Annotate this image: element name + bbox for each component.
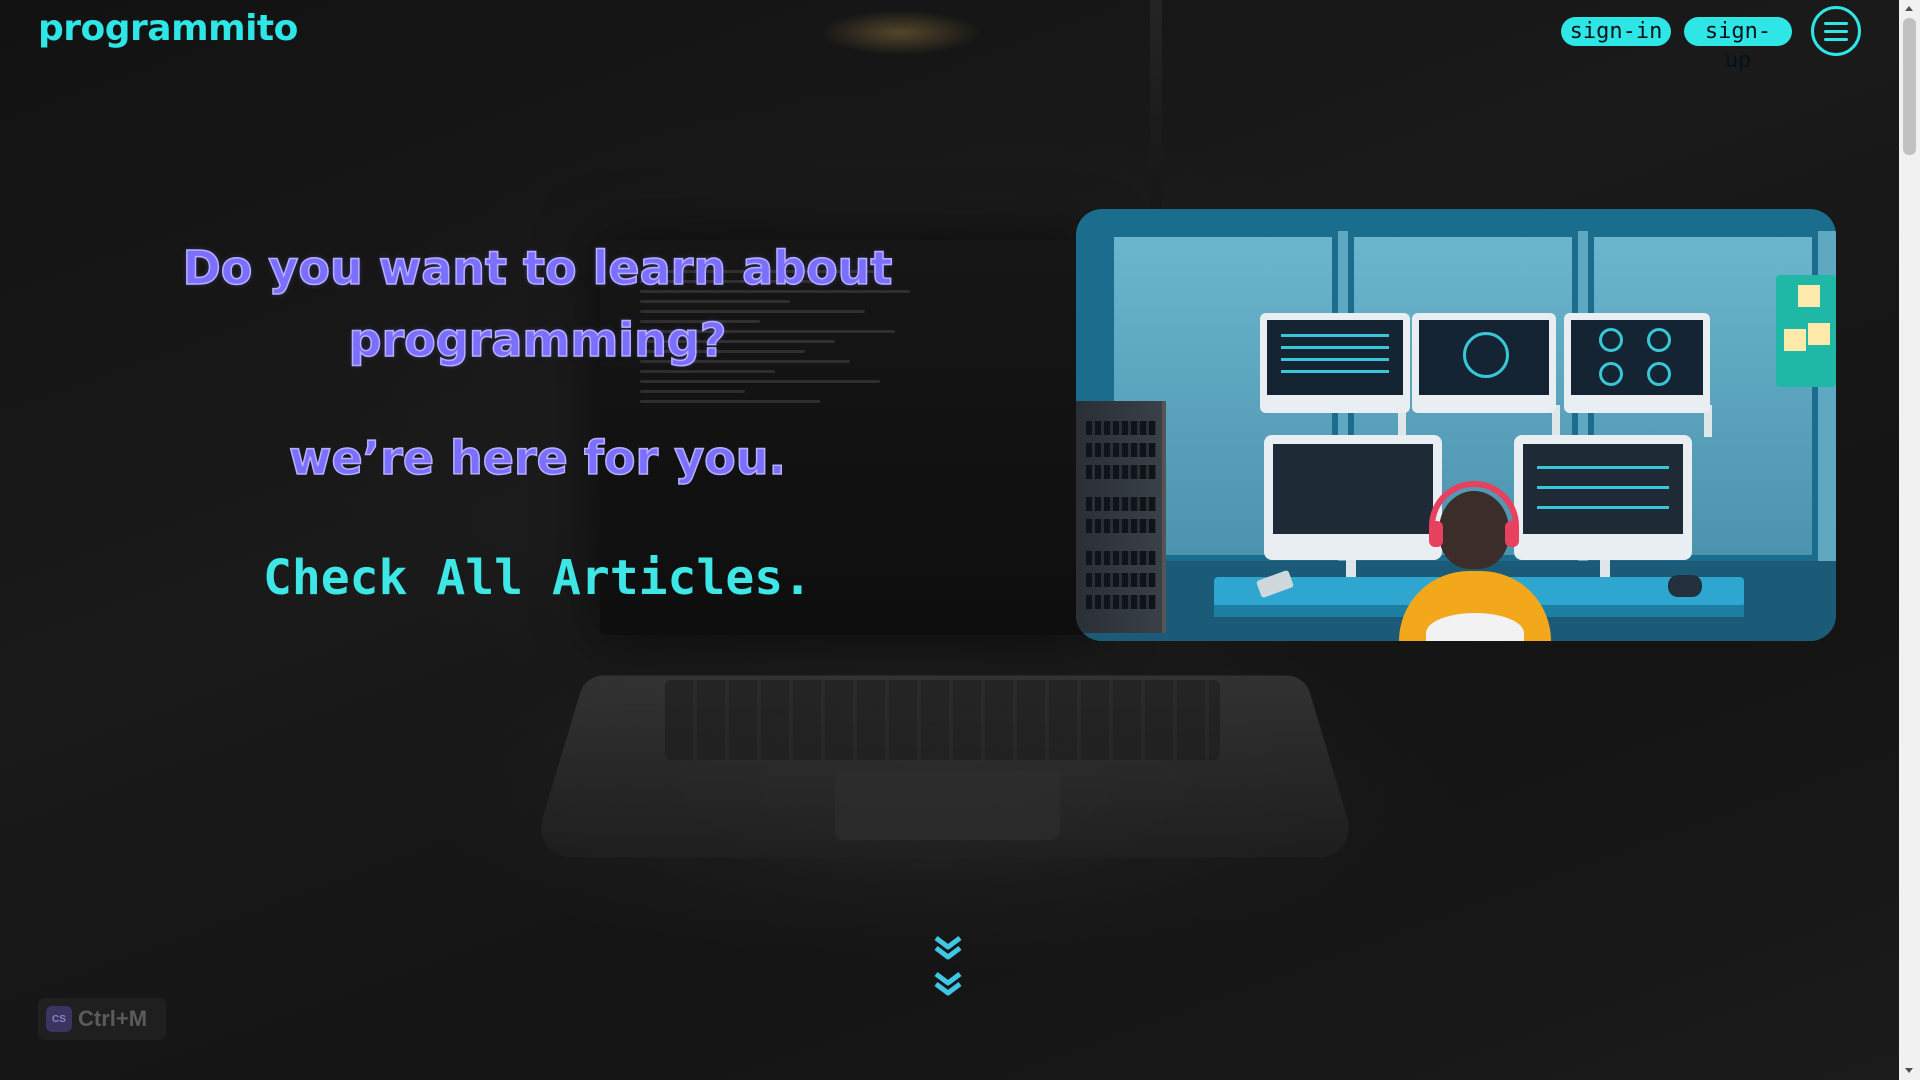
screen-ring [1599,362,1623,386]
monitor-screen [1273,444,1433,534]
screen-line [1537,506,1669,509]
code-line [640,390,745,393]
page-scrollbar[interactable] [1899,0,1920,1080]
server-rack-row [1086,497,1156,511]
screen-line [1537,486,1669,489]
screen-ring [1463,332,1509,378]
extension-icon: CS [46,1006,72,1032]
chevron-down-icon [934,936,962,960]
server-rack-row [1086,465,1156,479]
shortcut-badge[interactable]: CS Ctrl+M [38,998,166,1040]
screen-ring [1599,328,1623,352]
hero-title: Do you want to learn about programming? [182,240,893,368]
monitor-screen [1523,444,1683,534]
hamburger-menu-icon[interactable] [1811,6,1861,56]
server-rack-row [1086,443,1156,457]
screen-line [1537,466,1669,469]
monitor-screen [1419,320,1549,395]
site-logo[interactable]: programmito [38,8,298,49]
lamp-glow [820,10,980,55]
menu-bar [1824,37,1848,41]
sign-up-button[interactable]: sign-up [1684,17,1792,73]
server-rack [1076,401,1166,633]
monitor-top-right [1564,313,1710,413]
scroll-up-arrow-icon[interactable] [1905,6,1913,11]
server-rack-row [1086,421,1156,435]
gamepad [1668,575,1702,597]
monitor-bottom-right [1514,435,1692,560]
monitor-screen [1571,320,1703,395]
monitor-bottom-left [1264,435,1442,560]
sticky-note [1784,329,1806,351]
server-rack-row [1086,551,1156,565]
server-rack-row [1086,595,1156,609]
laptop-trackpad [835,770,1060,840]
headset-ear [1429,521,1443,547]
headset-ear [1505,521,1519,547]
programmer-at-desk-illustration [1076,209,1836,641]
laptop-keyboard [665,680,1220,760]
check-articles-link[interactable]: Check All Articles. [150,548,925,608]
shortcut-label: Ctrl+M [78,1006,148,1031]
server-rack-row [1086,573,1156,587]
sticky-note [1798,285,1820,307]
screen-line [1281,358,1389,361]
code-line [640,380,880,383]
hero-subtitle: we’re here for you. [288,430,787,486]
notice-board [1776,275,1836,387]
sign-in-button[interactable]: sign-in [1561,17,1671,46]
menu-bar [1824,29,1848,33]
monitor-screen [1267,320,1403,395]
menu-bar [1824,21,1848,25]
scrollbar-thumb[interactable] [1903,18,1916,155]
monitor-top-left [1260,313,1410,413]
monitor-top-center [1412,313,1556,413]
screen-line [1281,346,1389,349]
screen-ring [1647,362,1671,386]
screen-line [1281,370,1389,373]
scroll-down-arrow-icon[interactable] [1905,1068,1913,1073]
lamp-stand [1150,0,1162,210]
sticky-note [1808,323,1830,345]
double-chevron-down-icon[interactable] [930,934,966,1006]
chevron-down-icon [934,972,962,996]
server-rack-row [1086,519,1156,533]
screen-line [1281,334,1389,337]
screen-ring [1647,328,1671,352]
code-line [640,400,820,403]
